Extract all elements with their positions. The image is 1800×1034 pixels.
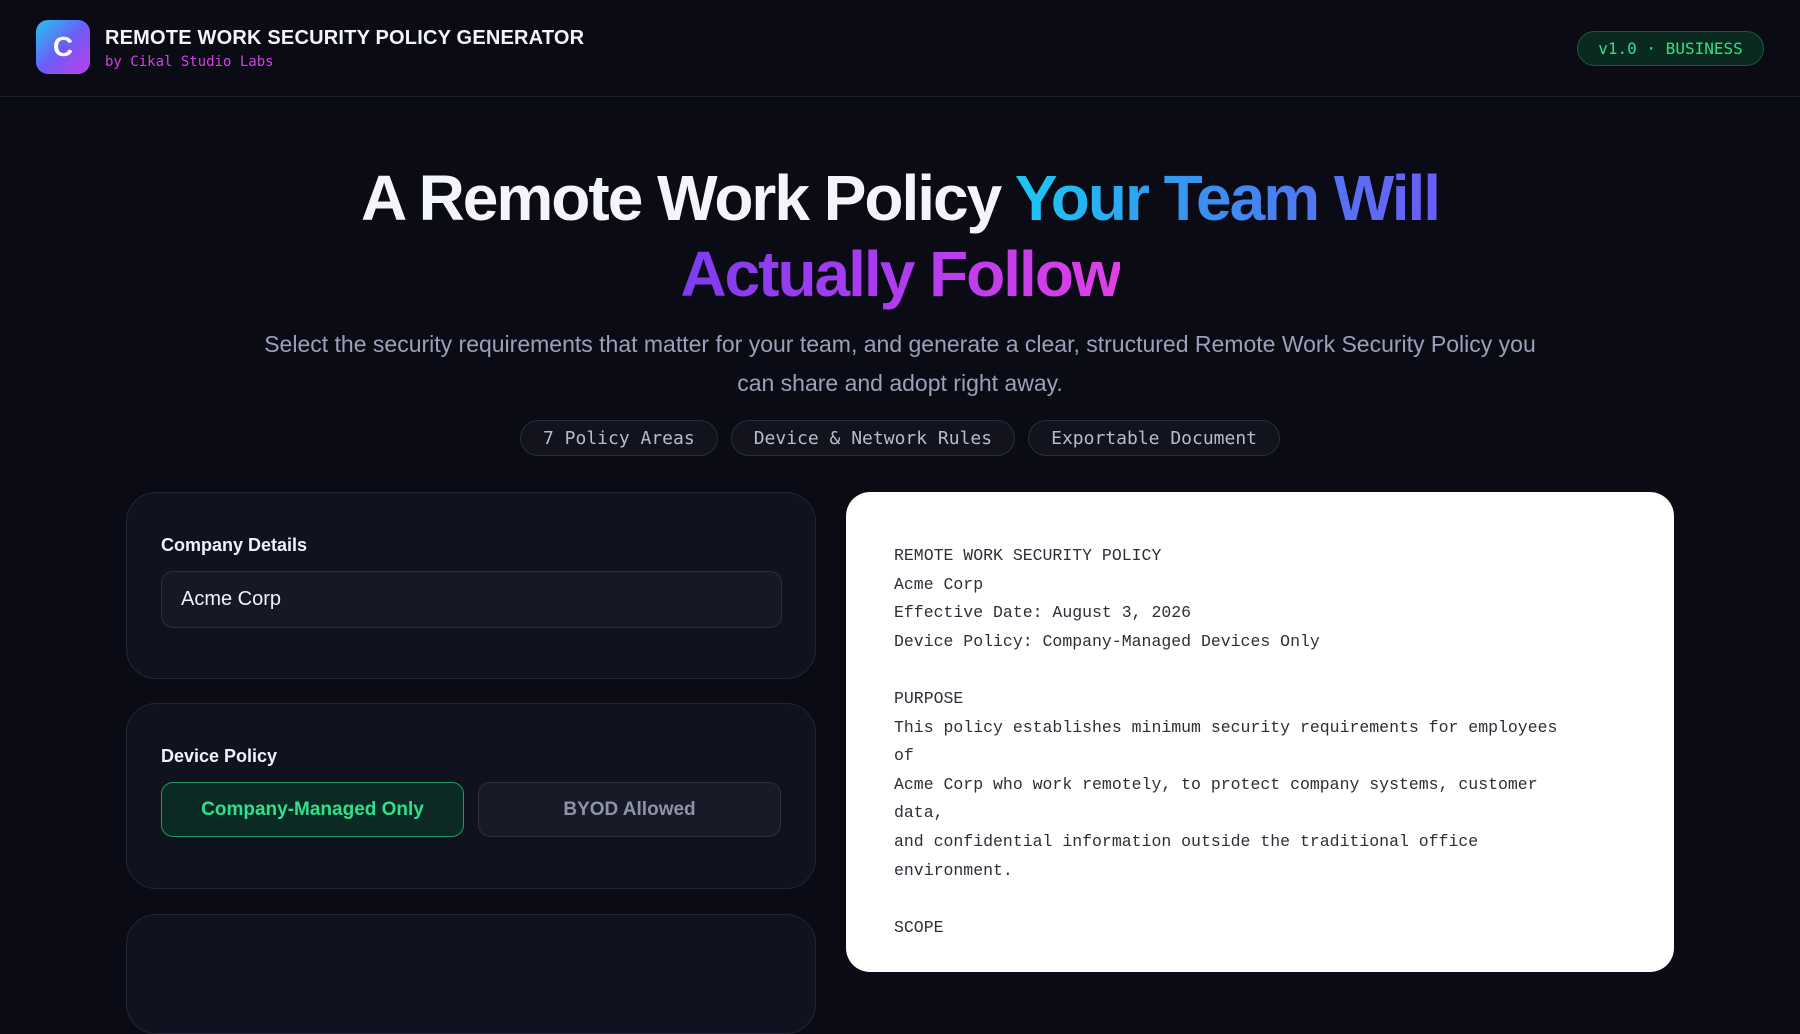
device-policy-label: Device Policy <box>161 746 278 766</box>
company-name-input[interactable] <box>161 571 782 628</box>
company-details-card: Company Details <box>126 492 816 679</box>
logo-letter: C <box>52 31 74 62</box>
feature-pill: Exportable Document <box>1028 420 1281 456</box>
policy-document-preview: REMOTE WORK SECURITY POLICY Acme Corp Ef… <box>846 492 1674 972</box>
device-policy-card: Device Policy Company-Managed Only BYOD … <box>126 703 816 889</box>
app-title: REMOTE WORK SECURITY POLICY GENERATOR <box>105 27 585 49</box>
document-line: Effective Date: August 3, 2026 <box>894 603 1192 623</box>
hero-title-part1: A Remote Work Policy <box>360 162 1015 234</box>
document-line: Acme Corp <box>894 574 984 594</box>
hero-title: A Remote Work Policy Your Team Will Actu… <box>200 160 1600 312</box>
document-line: of <box>894 746 914 766</box>
document-line: This policy establishes minimum security… <box>894 717 1558 737</box>
document-line: and confidential information outside the… <box>894 831 1479 851</box>
document-line: data, <box>894 803 944 823</box>
device-policy-options: Company-Managed Only BYOD Allowed <box>161 782 782 837</box>
hero-title-part3: Actually Follow <box>680 238 1121 310</box>
document-line: REMOTE WORK SECURITY POLICY <box>894 546 1162 565</box>
document-line: PURPOSE <box>894 688 964 708</box>
document-line: Device Policy: Company-Managed Devices O… <box>894 631 1320 651</box>
byod-allowed-option[interactable]: BYOD Allowed <box>478 782 781 837</box>
document-line: environment. <box>894 860 1013 880</box>
company-managed-option[interactable]: Company-Managed Only <box>161 782 464 837</box>
app-logo: C <box>36 20 90 74</box>
hero-title-part2: Your Team Will <box>1014 162 1441 234</box>
document-line: Acme Corp who work remotely, to protect … <box>894 774 1538 794</box>
app-subtitle: by Cikal Studio Labs <box>105 54 274 70</box>
policy-section-card <box>126 914 816 1034</box>
version-badge: v1.0 · BUSINESS <box>1577 31 1764 66</box>
hero-description: Select the security requirements that ma… <box>264 331 1536 396</box>
document-line: SCOPE <box>894 917 944 937</box>
feature-pill: 7 Policy Areas <box>519 420 718 456</box>
app-header: C REMOTE WORK SECURITY POLICY GENERATOR … <box>0 0 1800 97</box>
feature-pills: 7 Policy Areas Device & Network Rules Ex… <box>0 420 1800 456</box>
company-details-label: Company Details <box>161 535 308 555</box>
feature-pill: Device & Network Rules <box>730 420 1016 456</box>
